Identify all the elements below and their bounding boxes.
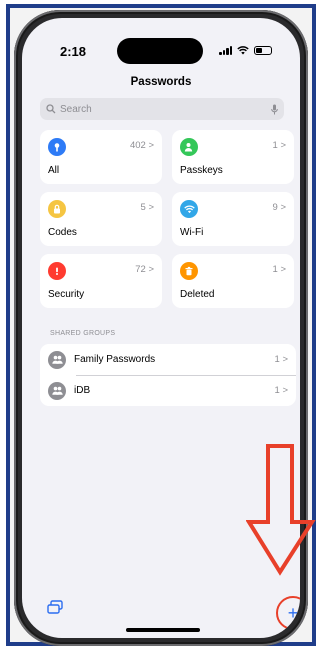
tile-passkeys[interactable]: 1 > Passkeys [172,130,294,184]
tile-wifi[interactable]: 9 > Wi-Fi [172,192,294,246]
tile-count: 72 > [135,264,154,275]
group-icon [48,350,66,369]
shared-groups-list: Family Passwords 1 > iDB 1 > [40,344,296,406]
tile-deleted[interactable]: 1 > Deleted [172,254,294,308]
tile-label: Security [48,289,85,300]
trash-icon [180,262,198,280]
person-icon [180,138,198,156]
add-button[interactable]: + [276,596,300,630]
key-icon [48,138,66,156]
tile-label: Codes [48,227,77,238]
group-icon [48,381,66,400]
search-bar[interactable]: Search [40,98,284,120]
tile-codes[interactable]: 5 > Codes [40,192,162,246]
cellular-signal-icon [219,46,232,55]
lock-icon [48,200,66,218]
group-label: Family Passwords [74,354,156,365]
tile-count: 1 > [272,140,286,151]
tile-count: 5 > [140,202,154,213]
tile-count: 9 > [272,202,286,213]
page-title: Passwords [130,76,192,88]
tile-label: Wi-Fi [180,227,204,238]
group-row-family-passwords[interactable]: Family Passwords 1 > [40,344,296,375]
status-time: 2:18 [60,44,87,59]
red-arrow-annotation-icon [246,444,316,576]
tile-count: 402 > [129,140,154,151]
search-placeholder: Search [60,103,92,115]
tile-label: All [48,165,60,176]
tile-count: 1 > [272,264,286,275]
shared-groups-header: SHARED GROUPS [50,330,116,337]
search-icon [46,104,56,114]
group-count: 1 > [274,354,288,365]
group-label: iDB [74,385,91,396]
microphone-icon[interactable] [271,104,278,115]
group-count: 1 > [274,385,288,396]
tile-all[interactable]: 402 > All [40,130,162,184]
status-icons [219,46,272,55]
tile-label: Passkeys [180,165,223,176]
dynamic-island [117,38,203,64]
stacked-windows-icon[interactable] [46,600,64,616]
tile-security[interactable]: 72 > Security [40,254,162,308]
wifi-status-icon [237,46,249,55]
group-row-idb[interactable]: iDB 1 > [40,375,296,406]
battery-icon [254,46,272,55]
wifi-icon [180,200,198,218]
exclamation-icon [48,262,66,280]
home-indicator [126,628,200,632]
tile-label: Deleted [180,289,215,300]
status-bar: 2:18 [22,18,300,64]
